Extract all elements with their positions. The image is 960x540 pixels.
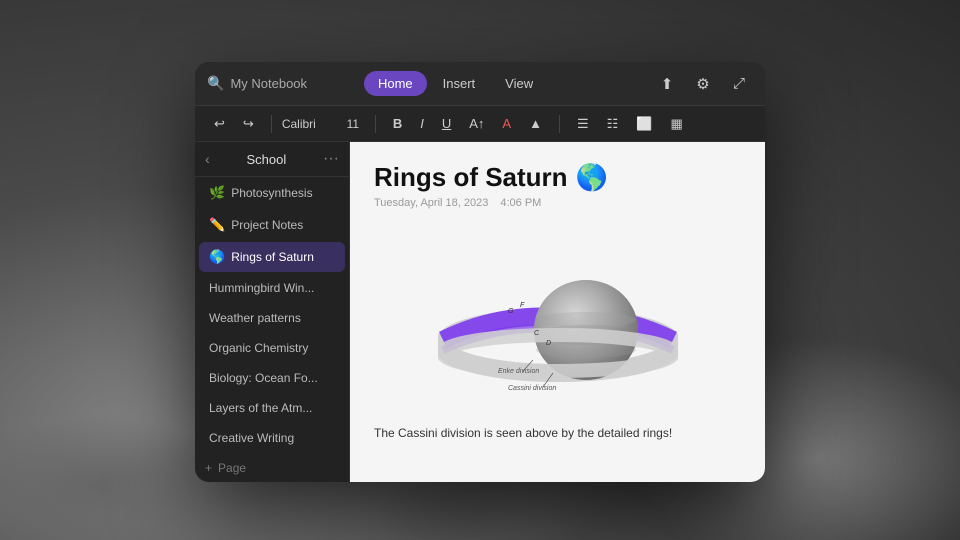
saturn-svg: G F C D Enke division Cassini division: [438, 225, 678, 410]
settings-button[interactable]: ⚙: [689, 70, 717, 98]
formatting-toolbar: ↩ ↪ Calibri 11 B I U A↑ A ▲ ☰ ☷ ⬜ ▦: [195, 106, 765, 142]
svg-text:D: D: [546, 340, 551, 347]
project-notes-emoji: ✏️: [209, 217, 225, 233]
align-left-button[interactable]: ⬜: [629, 113, 659, 135]
bold-button[interactable]: B: [386, 113, 409, 134]
text-format-group: B I U A↑ A ▲: [386, 113, 549, 134]
highlight-button[interactable]: ▲: [522, 113, 549, 134]
align-right-button[interactable]: ▦: [663, 113, 689, 135]
sidebar-item-label: Organic Chemistry: [209, 341, 308, 355]
sidebar-item-project-notes[interactable]: ✏️ Project Notes: [199, 210, 345, 240]
share-button[interactable]: ⬆: [653, 70, 681, 98]
tab-view[interactable]: View: [491, 71, 547, 96]
sidebar-item-label: Photosynthesis: [231, 186, 312, 200]
note-title-emoji: 🌎: [576, 162, 608, 193]
underline-button[interactable]: U: [435, 113, 458, 134]
sidebar-item-label: Biology: Ocean Fo...: [209, 371, 318, 385]
sidebar-item-photosynthesis[interactable]: 🌿 Photosynthesis: [199, 178, 345, 208]
undo-redo-group: ↩ ↪: [207, 113, 261, 135]
svg-text:Cassini division: Cassini division: [508, 385, 556, 392]
saturn-illustration: G F C D Enke division Cassini division: [374, 225, 741, 410]
main-area: ‹ School ··· 🌿 Photosynthesis ✏️ Project…: [195, 142, 765, 482]
top-bar: 🔍 My Notebook Home Insert View ⬆ ⚙ ⤢: [195, 62, 765, 106]
expand-button[interactable]: ⤢: [725, 70, 753, 98]
add-page-label: Page: [218, 461, 246, 475]
add-icon: +: [205, 461, 212, 475]
font-name-display: Calibri: [282, 117, 337, 131]
tab-insert[interactable]: Insert: [429, 71, 490, 96]
app-window: 🔍 My Notebook Home Insert View ⬆ ⚙ ⤢ ↩ ↪…: [195, 62, 765, 482]
sidebar-more-button[interactable]: ···: [323, 150, 339, 168]
font-size-display: 11: [341, 117, 365, 131]
sidebar-back-button[interactable]: ‹: [205, 151, 210, 167]
add-page-button[interactable]: + Page: [195, 454, 349, 482]
note-title: Rings of Saturn 🌎: [374, 162, 741, 193]
sidebar-item-label: Project Notes: [231, 218, 303, 232]
search-icon: 🔍: [207, 75, 224, 92]
ordered-list-button[interactable]: ☷: [600, 113, 626, 135]
font-size-button[interactable]: A↑: [462, 113, 491, 134]
unordered-list-button[interactable]: ☰: [570, 113, 596, 135]
list-group: ☰ ☷ ⬜ ▦: [570, 113, 690, 135]
font-color-button[interactable]: A: [495, 113, 518, 134]
undo-button[interactable]: ↩: [207, 113, 232, 135]
top-bar-actions: ⬆ ⚙ ⤢: [653, 70, 753, 98]
sidebar-item-hummingbird[interactable]: Hummingbird Win...: [199, 274, 345, 302]
svg-text:F: F: [520, 302, 525, 309]
sidebar-item-biology[interactable]: Biology: Ocean Fo...: [199, 364, 345, 392]
sidebar-item-label: Hummingbird Win...: [209, 281, 314, 295]
sidebar-item-label: Layers of the Atm...: [209, 401, 312, 415]
nav-tabs: Home Insert View: [364, 71, 547, 96]
italic-button[interactable]: I: [413, 113, 431, 134]
sidebar-item-layers[interactable]: Layers of the Atm...: [199, 394, 345, 422]
sidebar: ‹ School ··· 🌿 Photosynthesis ✏️ Project…: [195, 142, 350, 482]
sidebar-item-rings-of-saturn[interactable]: 🌎 Rings of Saturn: [199, 242, 345, 272]
toolbar-separator-2: [375, 115, 376, 133]
content-area: Rings of Saturn 🌎 Tuesday, April 18, 202…: [350, 142, 765, 482]
sidebar-section-title: School: [246, 152, 286, 167]
rings-emoji: 🌎: [209, 249, 225, 265]
photosynthesis-emoji: 🌿: [209, 185, 225, 201]
toolbar-separator-3: [559, 115, 560, 133]
sidebar-item-creative-writing[interactable]: Creative Writing: [199, 424, 345, 452]
svg-text:G: G: [508, 308, 514, 315]
note-time: 4:06 PM: [500, 197, 541, 209]
sidebar-item-weather[interactable]: Weather patterns: [199, 304, 345, 332]
note-date: Tuesday, April 18, 2023: [374, 197, 488, 209]
toolbar-separator-1: [271, 115, 272, 133]
font-group: Calibri 11: [282, 117, 365, 131]
notebook-title: My Notebook: [230, 76, 307, 91]
svg-text:Enke division: Enke division: [498, 368, 539, 375]
redo-button[interactable]: ↪: [236, 113, 261, 135]
sidebar-item-label: Creative Writing: [209, 431, 294, 445]
sidebar-item-label: Weather patterns: [209, 311, 301, 325]
sidebar-item-label: Rings of Saturn: [231, 250, 314, 264]
sidebar-item-organic-chemistry[interactable]: Organic Chemistry: [199, 334, 345, 362]
note-meta: Tuesday, April 18, 2023 4:06 PM: [374, 197, 741, 209]
tab-home[interactable]: Home: [364, 71, 427, 96]
search-area[interactable]: 🔍 My Notebook: [207, 75, 307, 92]
sidebar-header: ‹ School ···: [195, 142, 349, 177]
note-caption: The Cassini division is seen above by th…: [374, 424, 741, 442]
